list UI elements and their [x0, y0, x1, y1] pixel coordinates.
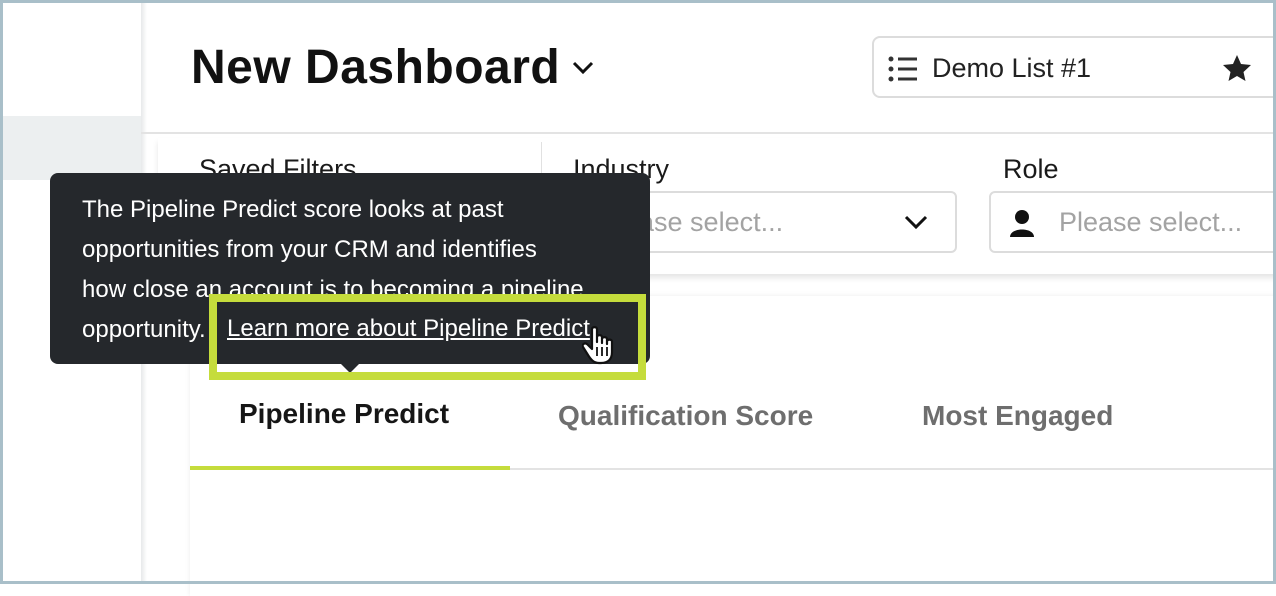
highlight-box: [209, 294, 646, 380]
list-icon: [888, 56, 918, 87]
list-name: Demo List #1: [932, 53, 1092, 83]
role-label: Role: [1003, 154, 1059, 184]
active-tab-indicator: [190, 466, 510, 470]
hand-pointer-icon: [581, 326, 618, 371]
user-icon: [1009, 209, 1035, 242]
tooltip-text-line: The Pipeline Predict score looks at past: [82, 196, 504, 223]
header-divider: [141, 132, 1276, 134]
page-title: New Dashboard: [191, 41, 561, 94]
sidebar-item-active[interactable]: [0, 116, 141, 180]
tab-pipeline-predict[interactable]: Pipeline Predict: [239, 398, 449, 430]
star-icon[interactable]: [1222, 54, 1252, 87]
role-placeholder: Please select...: [1059, 207, 1243, 237]
chevron-down-icon: [904, 215, 928, 236]
tab-qualification-score[interactable]: Qualification Score: [558, 400, 813, 432]
tooltip-text-line: opportunities from your CRM and identifi…: [82, 236, 537, 263]
tooltip-text-line: opportunity.: [82, 316, 206, 343]
dashboard-title-dropdown[interactable]: New Dashboard: [191, 40, 594, 95]
chevron-down-icon: [572, 61, 594, 80]
role-select[interactable]: Please select...: [989, 191, 1276, 253]
list-selector[interactable]: Demo List #1: [872, 36, 1276, 98]
tab-most-engaged[interactable]: Most Engaged: [922, 400, 1113, 432]
